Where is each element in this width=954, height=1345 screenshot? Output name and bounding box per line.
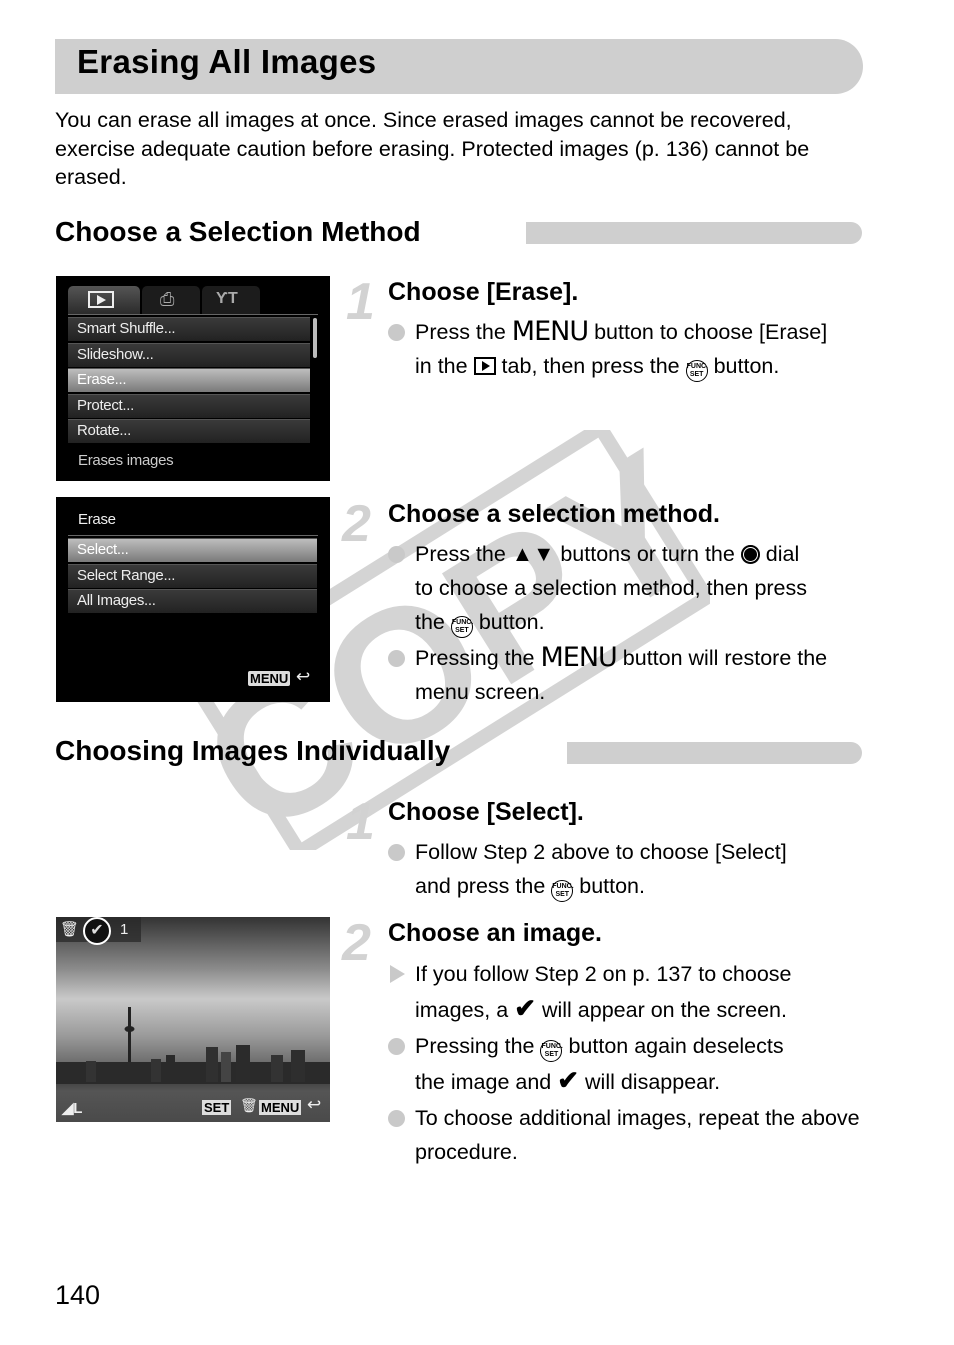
erase-option-all-images: All Images... (68, 589, 317, 613)
page-number: 140 (55, 1280, 101, 1310)
section-divider-bar (567, 742, 862, 764)
menu-item-erase-selected: Erase... (68, 368, 310, 392)
step-title: Choose an image. (388, 919, 602, 947)
step-number: 1 (346, 793, 375, 851)
step-number: 2 (342, 914, 371, 972)
page-title-bar: Erasing All Images (55, 39, 863, 94)
camera-screen-menu: ⎙ ƳT Smart Shuffle... Slideshow... Erase… (56, 276, 330, 481)
section-heading-individually: Choosing Images Individually (55, 735, 451, 766)
menu-hint: Erases images (78, 452, 174, 469)
return-arrow-icon: ↩ (307, 1095, 321, 1114)
checkmark-icon: ✔ (557, 1065, 580, 1095)
step-title: Choose [Erase]. (388, 278, 579, 306)
bullet-item: To choose additional images, repeat the … (388, 1101, 863, 1169)
print-tab: ⎙ (142, 286, 200, 314)
bullet-item: Press the ▲▼ buttons or turn the dial to … (388, 537, 863, 639)
bullet-dot-icon (388, 1110, 405, 1127)
settings-tab-icon: ƳT (216, 290, 238, 307)
print-tab-icon: ⎙ (160, 289, 175, 309)
page-title: Erasing All Images (77, 43, 377, 80)
play-tab-icon (473, 357, 496, 375)
bullet-item: Pressing the FUNC. SET button again desel… (388, 1029, 863, 1099)
bullet-item: Press the MENU button to choose [Erase] i… (388, 315, 863, 383)
menu-item-rotate: Rotate... (68, 419, 310, 443)
section-heading-selection-method: Choose a Selection Method (55, 216, 421, 247)
menu-back-label: MENU (248, 671, 291, 686)
bullet-dot-icon (388, 844, 405, 861)
func-set-icon: FUNC. SET (540, 1040, 563, 1062)
bullet-item: Pressing the MENU button will restore th… (388, 641, 863, 709)
camera-screen-erase: Erase Select... Select Range... All Imag… (56, 497, 330, 702)
camera-screen-photo: 🗑 ✔ 1 ◢L SET 🗑 MENU ↩ (56, 917, 330, 1122)
checkmark-icon: ✔ (514, 993, 536, 1023)
erase-option-select-selected: Select... (68, 538, 317, 562)
play-tab-icon (88, 291, 114, 308)
func-set-icon: FUNC. SET (450, 616, 473, 638)
func-set-icon: FUNC. SET (551, 880, 574, 902)
return-arrow-icon: ↩ (296, 667, 310, 686)
step-number: 1 (346, 273, 375, 331)
bullet-item: Follow Step 2 above to choose [Select] an… (388, 835, 863, 903)
menu-button-label: MENU (511, 316, 589, 347)
erase-option-select-range: Select Range... (68, 564, 317, 588)
step-title: Choose a selection method. (388, 500, 721, 528)
bullet-dot-icon (388, 324, 405, 341)
up-down-buttons-icon: ▲▼ (511, 542, 555, 566)
bullet-dot-icon (388, 1038, 405, 1055)
step-bullets: If you follow Step 2 on p. 137 to choose… (388, 957, 863, 1169)
func-set-icon: FUNC. SET (685, 360, 708, 382)
menu-item-slideshow: Slideshow... (68, 343, 310, 367)
bullet-dot-icon (388, 650, 405, 667)
step-number: 2 (342, 495, 371, 553)
erase-screen-title: Erase (78, 511, 116, 528)
step-title: Choose [Select]. (388, 798, 584, 826)
step-bullets: Press the ▲▼ buttons or turn the dial to … (388, 537, 863, 709)
selected-count: 1 (120, 921, 129, 938)
settings-tab: ƳT (202, 286, 260, 314)
menu-item-smart-shuffle: Smart Shuffle... (68, 317, 310, 341)
bullet-dot-icon (388, 546, 405, 563)
bullet-arrow-icon (390, 965, 405, 983)
trash-icon: 🗑 (240, 1097, 258, 1113)
trash-icon: 🗑 (60, 921, 79, 938)
menu-back-label: MENU (259, 1100, 302, 1115)
checkmark-icon: ✔ (83, 917, 111, 945)
image-size-label: ◢L (62, 1100, 83, 1117)
section-divider-bar (526, 222, 862, 244)
play-tab (68, 286, 140, 314)
set-label: SET (202, 1100, 232, 1115)
step-bullets: Press the MENU button to choose [Erase] i… (388, 315, 863, 383)
bullet-item: If you follow Step 2 on p. 137 to choose… (388, 957, 863, 1027)
menu-button-label: MENU (540, 642, 617, 673)
menu-scrollbar (313, 318, 317, 358)
city-skyline-photo (56, 1007, 330, 1084)
menu-item-protect: Protect... (68, 394, 310, 418)
control-dial-icon (740, 545, 760, 564)
intro-paragraph: You can erase all images at once. Since … (55, 108, 810, 189)
step-bullets: Follow Step 2 above to choose [Select] an… (388, 835, 863, 903)
